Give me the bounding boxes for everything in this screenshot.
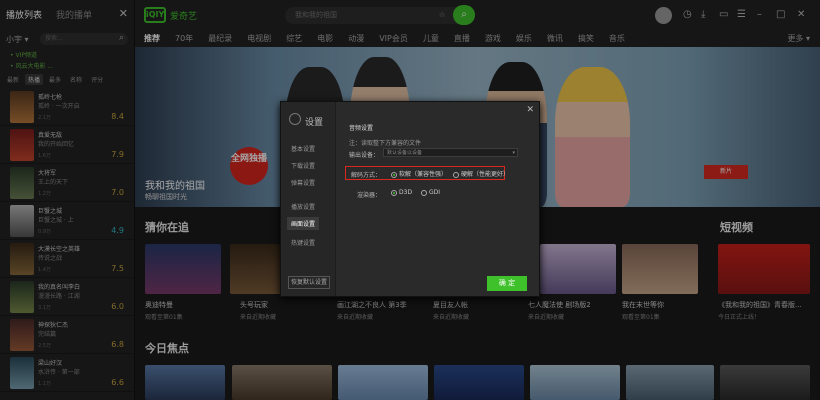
decode-soft-radio[interactable]: 软解（兼容性强） [391, 169, 447, 178]
ok-button[interactable]: 确 定 [487, 276, 527, 291]
settings-menu-item[interactable]: 画面设置 [287, 217, 320, 230]
dialog-title: 设置 [305, 118, 324, 128]
radio-dot [391, 189, 397, 196]
decode-label: 解码方式： [351, 172, 382, 179]
output-device-value: 默认设备以设备 [387, 150, 423, 156]
radio-label: 软解（兼容性强） [399, 171, 448, 178]
settings-menu-item[interactable]: 热键设置 [291, 238, 315, 247]
settings-menu-item[interactable]: 弹幕设置 [291, 178, 315, 187]
renderer-gdi-radio[interactable]: GDI [421, 189, 440, 196]
renderer-label: 渲染器： [357, 192, 382, 199]
radio-dot [453, 171, 459, 178]
chevron-down-icon: ▾ [512, 150, 515, 156]
output-device-select[interactable]: 默认设备以设备 ▾ [383, 148, 518, 157]
audio-hint: 注：读取整下方兼容的文件 [349, 140, 422, 147]
close-icon[interactable]: ✕ [526, 105, 534, 115]
radio-label: D3D [399, 189, 413, 196]
reset-defaults-button[interactable]: 恢复默认设置 [288, 276, 330, 289]
audio-section-label: 音频设置 [349, 125, 374, 132]
radio-label: GDI [429, 189, 441, 196]
decode-hard-radio[interactable]: 硬解（性能更好） [453, 169, 509, 178]
radio-label: 硬解（性能更好） [461, 171, 510, 178]
radio-dot [391, 171, 397, 178]
settings-menu-item[interactable]: 播放设置 [291, 202, 315, 211]
settings-menu-item[interactable]: 下载设置 [291, 161, 315, 170]
radio-dot [421, 189, 427, 196]
renderer-d3d-radio[interactable]: D3D [391, 189, 412, 196]
settings-menu-item[interactable]: 基本设置 [291, 144, 315, 153]
gear-icon [289, 113, 301, 125]
settings-sidebar: 设置 基本设置 下载设置 弹幕设置 播放设置 画面设置 热键设置 恢复默认设置 [281, 102, 336, 296]
output-device-label: 输出设备： [349, 152, 380, 159]
settings-dialog: 设置 基本设置 下载设置 弹幕设置 播放设置 画面设置 热键设置 恢复默认设置 … [280, 101, 540, 297]
